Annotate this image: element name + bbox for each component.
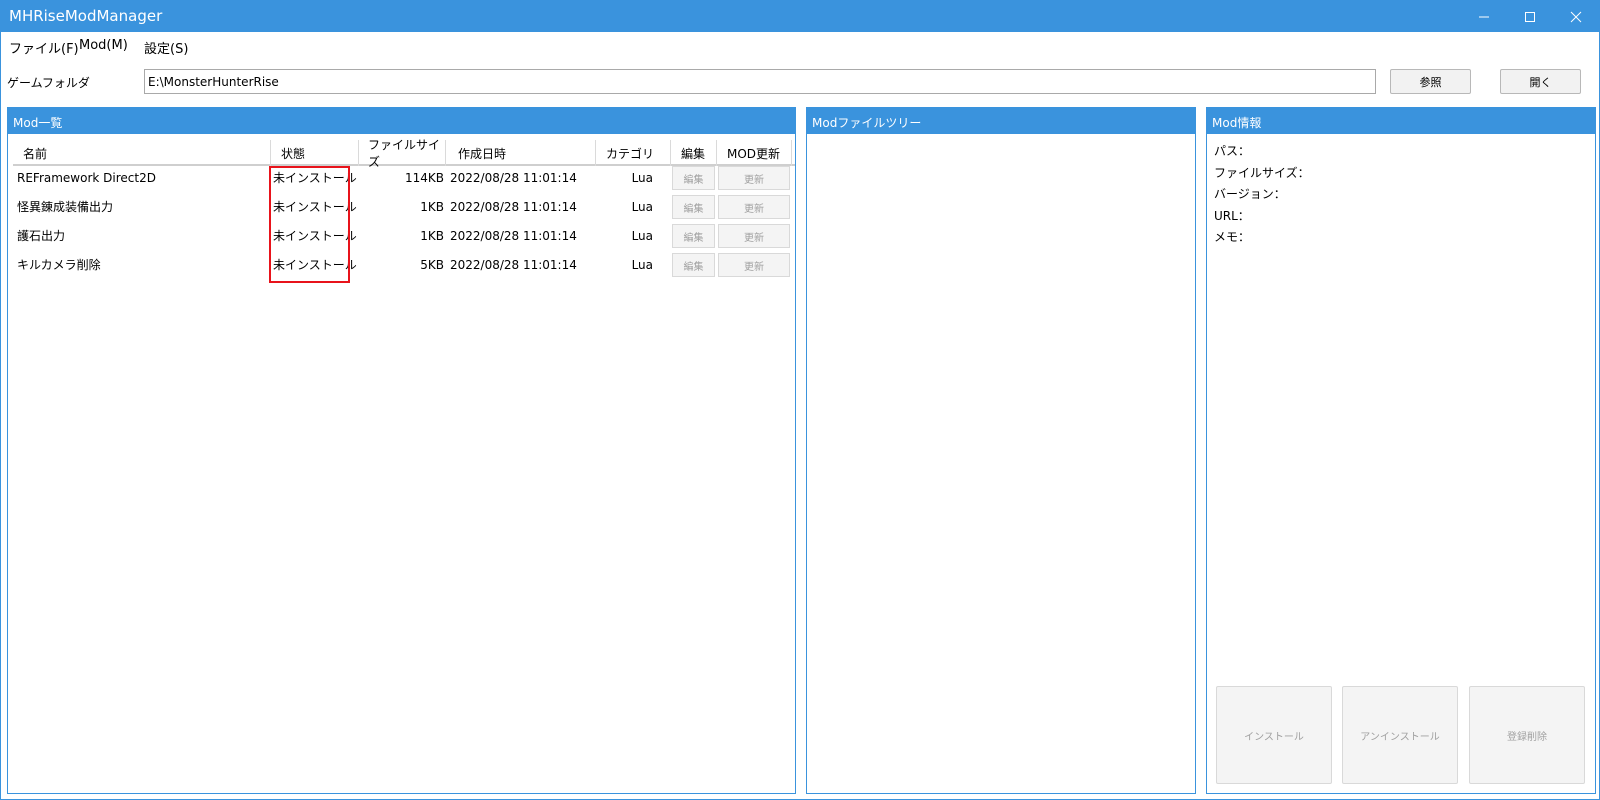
memo-label: メモ：: [1214, 230, 1251, 244]
mod-status: 未インストール: [273, 171, 357, 185]
mod-created: 2022/08/28 11:01:14: [450, 170, 577, 185]
mod-size: 1KB: [420, 228, 444, 243]
update-button[interactable]: 更新: [718, 253, 790, 277]
mod-info-title: Mod情報: [1207, 108, 1595, 134]
mod-category: Lua: [631, 170, 653, 185]
minimize-button[interactable]: [1461, 1, 1507, 32]
update-button[interactable]: 更新: [718, 195, 790, 219]
maximize-icon: [1525, 11, 1535, 22]
menu-settings[interactable]: 設定(S): [144, 38, 188, 57]
file-size-label: ファイルサイズ：: [1214, 166, 1310, 180]
mod-name: キルカメラ削除: [17, 258, 101, 272]
mod-size: 5KB: [420, 257, 444, 272]
mod-category: Lua: [631, 257, 653, 272]
delete-registration-button[interactable]: 登録削除: [1469, 686, 1585, 784]
edit-button[interactable]: 編集: [672, 224, 715, 248]
install-button[interactable]: インストール: [1216, 686, 1332, 784]
close-icon: [1570, 11, 1582, 22]
menu-bar: ファイル(F) Mod(M) 設定(S): [1, 35, 1599, 59]
version-label: バージョン：: [1214, 187, 1286, 201]
path-label: パス：: [1214, 144, 1251, 158]
mod-size: 114KB: [404, 170, 444, 185]
mod-name: 護石出力: [17, 229, 66, 243]
url-label: URL：: [1214, 209, 1250, 223]
maximize-button[interactable]: [1507, 1, 1553, 32]
mod-name: REFramework Direct2D: [17, 170, 156, 185]
menu-mod[interactable]: Mod(M): [79, 38, 128, 53]
browse-button[interactable]: 参照: [1390, 69, 1471, 94]
uninstall-button[interactable]: アンインストール: [1342, 686, 1458, 784]
mod-created: 2022/08/28 11:01:14: [450, 199, 577, 214]
edit-button[interactable]: 編集: [672, 253, 715, 277]
table-row[interactable]: キルカメラ削除 未インストール 5KB 2022/08/28 11:01:14 …: [13, 250, 795, 279]
mod-status: 未インストール: [273, 229, 357, 243]
window-title: MHRiseModManager: [9, 7, 163, 25]
mod-status: 未インストール: [273, 200, 357, 214]
game-folder-label: ゲームフォルダ: [7, 76, 90, 90]
mod-category: Lua: [631, 199, 653, 214]
minimize-icon: [1479, 16, 1489, 17]
edit-button[interactable]: 編集: [672, 195, 715, 219]
table-row[interactable]: 護石出力 未インストール 1KB 2022/08/28 11:01:14 Lua…: [13, 221, 795, 250]
update-button[interactable]: 更新: [718, 166, 790, 190]
edit-button[interactable]: 編集: [672, 166, 715, 190]
title-bar: MHRiseModManager: [1, 1, 1599, 32]
mod-size: 1KB: [420, 199, 444, 214]
close-button[interactable]: [1553, 1, 1599, 32]
mod-created: 2022/08/28 11:01:14: [450, 228, 577, 243]
file-tree-view[interactable]: [807, 134, 1195, 793]
mod-category: Lua: [631, 228, 653, 243]
mod-name: 怪異錬成装備出力: [17, 200, 114, 214]
mod-list-title: Mod一覧: [8, 108, 795, 134]
mod-list-panel: Mod一覧 名前 状態 ファイルサイズ 作成日時 カテゴリ 編集 MOD更新 R…: [7, 107, 796, 794]
mod-status: 未インストール: [273, 258, 357, 272]
game-folder-input[interactable]: [144, 69, 1376, 94]
table-row[interactable]: REFramework Direct2D 未インストール 114KB 2022/…: [13, 163, 795, 192]
mod-info-panel: Mod情報 パス： ファイルサイズ： バージョン： URL： メモ： インストー…: [1206, 107, 1596, 794]
menu-file[interactable]: ファイル(F): [9, 38, 79, 57]
table-row[interactable]: 怪異錬成装備出力 未インストール 1KB 2022/08/28 11:01:14…: [13, 192, 795, 221]
mod-created: 2022/08/28 11:01:14: [450, 257, 577, 272]
file-tree-panel: Modファイルツリー: [806, 107, 1196, 794]
app-window: MHRiseModManager ファイル(F) Mod(M) 設定(S) ゲー…: [0, 0, 1600, 800]
open-button[interactable]: 開く: [1500, 69, 1581, 94]
file-tree-title: Modファイルツリー: [807, 108, 1195, 134]
update-button[interactable]: 更新: [718, 224, 790, 248]
